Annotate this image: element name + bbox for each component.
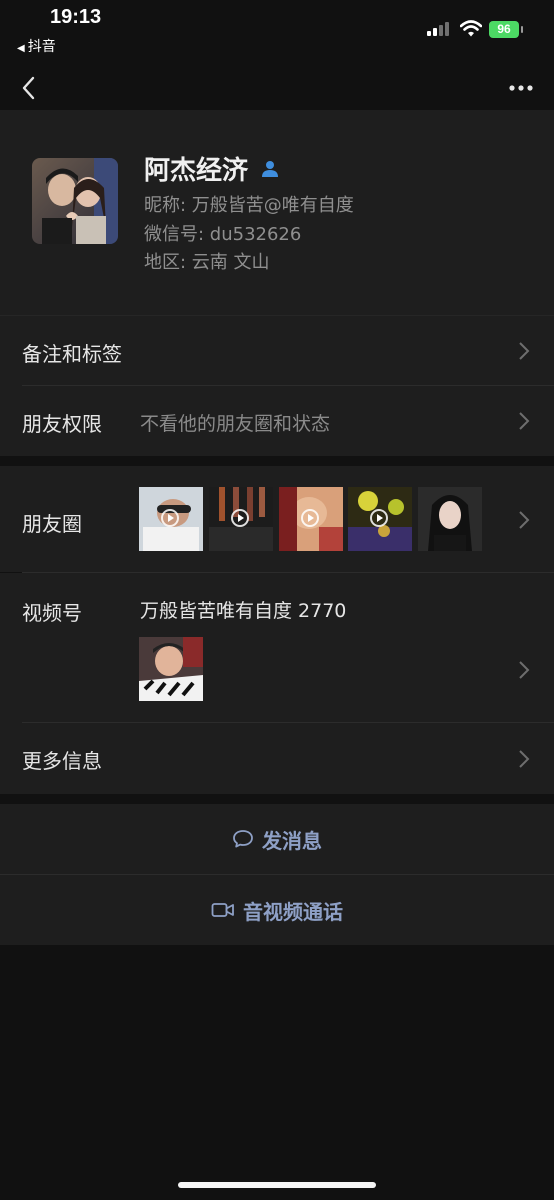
chat-bubble-icon bbox=[233, 830, 253, 848]
friend-permissions-row[interactable]: 朋友权限 不看他的朋友圈和状态 bbox=[0, 386, 554, 456]
chevron-right-icon bbox=[519, 412, 530, 430]
moments-thumbnail[interactable] bbox=[348, 487, 412, 551]
profile-card: 阿杰经济 昵称: 万般皆苦@唯有自度 微信号: du532626 地区: 云南 … bbox=[0, 110, 554, 315]
channels-account-name: 万般皆苦唯有自度 2770 bbox=[140, 600, 347, 622]
back-app-label: 抖音 bbox=[27, 39, 56, 55]
moments-thumbnail[interactable] bbox=[139, 487, 203, 551]
wifi-icon bbox=[460, 20, 482, 37]
play-icon bbox=[161, 509, 179, 527]
moments-thumbnail[interactable] bbox=[418, 487, 482, 551]
send-message-label: 发消息 bbox=[262, 828, 322, 853]
contact-user-icon bbox=[262, 160, 279, 177]
play-icon bbox=[231, 509, 249, 527]
friend-permissions-label: 朋友权限 bbox=[22, 412, 102, 436]
avatar[interactable] bbox=[32, 158, 118, 244]
status-time: 19:13 bbox=[50, 6, 102, 28]
status-bar: 19:13 ◀ 抖音 96 bbox=[0, 0, 554, 60]
back-triangle-icon: ◀ bbox=[17, 43, 25, 54]
battery-indicator: 96 bbox=[489, 21, 523, 38]
wechat-id-text: 微信号: du532626 bbox=[144, 224, 302, 245]
friend-permissions-value: 不看他的朋友圈和状态 bbox=[140, 413, 331, 435]
moments-thumbnail[interactable] bbox=[209, 487, 273, 551]
channels-row[interactable]: 视频号 万般皆苦唯有自度 2770 bbox=[0, 573, 554, 723]
video-call-label: 音视频通话 bbox=[243, 899, 343, 924]
back-chevron-icon[interactable] bbox=[16, 74, 44, 102]
more-info-row[interactable]: 更多信息 bbox=[0, 723, 554, 794]
home-indicator[interactable] bbox=[178, 1182, 376, 1188]
remarks-tags-row[interactable]: 备注和标签 bbox=[0, 315, 554, 386]
send-message-button[interactable]: 发消息 bbox=[0, 804, 554, 874]
chevron-right-icon bbox=[519, 661, 530, 679]
nav-bar bbox=[0, 70, 554, 108]
video-call-button[interactable]: 音视频通话 bbox=[0, 875, 554, 945]
video-camera-icon bbox=[211, 903, 234, 917]
play-icon bbox=[370, 509, 388, 527]
more-info-label: 更多信息 bbox=[22, 749, 102, 773]
chevron-right-icon bbox=[519, 750, 530, 768]
nickname-text: 昵称: 万般皆苦@唯有自度 bbox=[144, 195, 354, 216]
play-icon bbox=[301, 509, 319, 527]
more-options-icon[interactable] bbox=[506, 76, 536, 100]
channels-label: 视频号 bbox=[22, 601, 82, 625]
moments-thumbnail[interactable] bbox=[279, 487, 343, 551]
moments-label: 朋友圈 bbox=[22, 512, 82, 536]
moments-row[interactable]: 朋友圈 bbox=[0, 466, 554, 572]
remarks-tags-label: 备注和标签 bbox=[22, 342, 122, 366]
region-text: 地区: 云南 文山 bbox=[144, 252, 270, 273]
chevron-right-icon bbox=[519, 511, 530, 529]
cellular-signal-icon bbox=[427, 22, 451, 36]
channels-thumbnail[interactable] bbox=[139, 637, 203, 701]
contact-name: 阿杰经济 bbox=[144, 156, 249, 186]
chevron-right-icon bbox=[519, 342, 530, 360]
back-to-app-link[interactable]: ◀ 抖音 bbox=[17, 36, 56, 56]
